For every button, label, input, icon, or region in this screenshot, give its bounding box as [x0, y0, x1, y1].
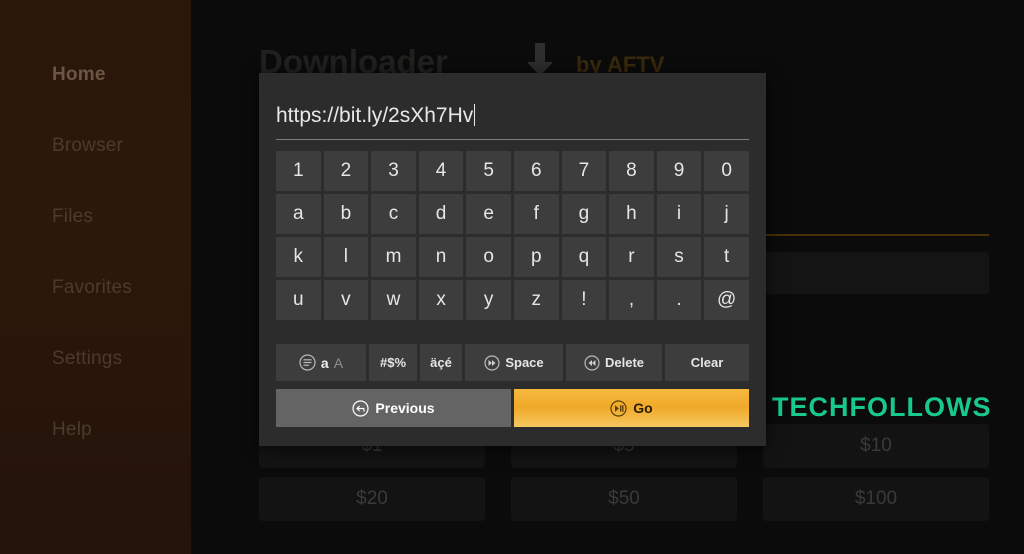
sidebar-item-settings[interactable]: Settings: [52, 348, 122, 370]
key-f[interactable]: f: [513, 194, 559, 234]
key-k[interactable]: k: [276, 237, 321, 277]
circle-play-pause-icon: [610, 399, 627, 417]
key-q[interactable]: q: [561, 237, 607, 277]
circle-back-arrow-icon: [352, 399, 370, 417]
key-e[interactable]: e: [466, 194, 511, 234]
key-case-toggle[interactable]: aA: [276, 344, 366, 381]
donate-button-50[interactable]: $50: [511, 477, 737, 521]
key-clear-label: Clear: [690, 355, 724, 370]
key-0[interactable]: 0: [704, 151, 749, 191]
key-d[interactable]: d: [418, 194, 464, 234]
key-5[interactable]: 5: [466, 151, 511, 191]
key-3[interactable]: 3: [371, 151, 416, 191]
key-accents[interactable]: äçé: [420, 344, 462, 381]
onscreen-keyboard-dialog: https://bit.ly/2sXh7Hv 1234567890 abcdef…: [259, 73, 766, 446]
key-p[interactable]: p: [513, 237, 559, 277]
key-b[interactable]: b: [323, 194, 369, 234]
donate-button-20[interactable]: $20: [259, 477, 485, 521]
sidebar-item-files[interactable]: Files: [52, 206, 93, 228]
key-space-label: Space: [505, 355, 544, 370]
key-t[interactable]: t: [704, 237, 749, 277]
key-9[interactable]: 9: [656, 151, 702, 191]
key-8[interactable]: 8: [609, 151, 654, 191]
key-clear[interactable]: Clear: [665, 344, 749, 381]
key-delete[interactable]: Delete: [566, 344, 662, 381]
key-6[interactable]: 6: [513, 151, 559, 191]
donate-button-100[interactable]: $100: [763, 477, 989, 521]
keyboard-input-value: https://bit.ly/2sXh7Hv: [276, 104, 474, 127]
key-j[interactable]: j: [704, 194, 749, 234]
sidebar-item-browser[interactable]: Browser: [52, 135, 123, 157]
keyboard-action-row: Previous Go: [276, 389, 749, 427]
key-h[interactable]: h: [609, 194, 654, 234]
key-2[interactable]: 2: [323, 151, 369, 191]
key-symbols[interactable]: #$%: [369, 344, 417, 381]
sidebar: Home Browser Files Favorites Settings Help: [0, 0, 191, 554]
keyboard-input-underline: [276, 139, 749, 140]
keyboard-function-row: aA #$% äçé Space Delete Clear: [276, 344, 749, 381]
key-1[interactable]: 1: [276, 151, 321, 191]
keyboard-row-digits: 1234567890: [276, 151, 749, 191]
key-r[interactable]: r: [609, 237, 654, 277]
key-7[interactable]: 7: [561, 151, 607, 191]
key-g[interactable]: g: [561, 194, 607, 234]
key-symbols-label: #$%: [379, 355, 407, 370]
key-o[interactable]: o: [466, 237, 511, 277]
previous-button[interactable]: Previous: [276, 389, 511, 427]
watermark: TECHFOLLOWS: [772, 392, 992, 422]
key-.[interactable]: .: [656, 280, 702, 320]
key-v[interactable]: v: [323, 280, 369, 320]
key-c[interactable]: c: [371, 194, 416, 234]
key-4[interactable]: 4: [418, 151, 464, 191]
key-case-lower-label: a: [320, 354, 329, 371]
circle-rewind-icon: [584, 354, 600, 371]
donate-button-10[interactable]: $10: [763, 424, 989, 468]
sidebar-item-home[interactable]: Home: [52, 64, 106, 86]
key-s[interactable]: s: [656, 237, 702, 277]
keyboard-row-k-t: klmnopqrst: [276, 237, 749, 277]
key-accents-label: äçé: [430, 355, 452, 370]
key-w[interactable]: w: [371, 280, 416, 320]
go-button-label: Go: [633, 400, 653, 416]
key-u[interactable]: u: [276, 280, 321, 320]
key-,[interactable]: ,: [609, 280, 654, 320]
circle-fast-forward-icon: [484, 354, 500, 371]
key-a[interactable]: a: [276, 194, 321, 234]
key-y[interactable]: y: [466, 280, 511, 320]
key-i[interactable]: i: [656, 194, 702, 234]
previous-button-label: Previous: [375, 400, 435, 416]
downloader-app-screen: Home Browser Files Favorites Settings Help Do…: [0, 0, 1024, 554]
key-@[interactable]: @: [704, 280, 749, 320]
key-space[interactable]: Space: [465, 344, 563, 381]
ghost-button-3[interactable]: [763, 252, 989, 294]
keyboard-text-input[interactable]: https://bit.ly/2sXh7Hv: [276, 104, 749, 140]
keyboard-row-u-at: u v w x y z!,. @: [276, 280, 749, 320]
key-z[interactable]: z: [513, 280, 559, 320]
key-m[interactable]: m: [371, 237, 416, 277]
key-case-upper-label: A: [333, 354, 344, 371]
keyboard-row-a-j: abcdefghij: [276, 194, 749, 234]
key-l[interactable]: l: [323, 237, 369, 277]
sidebar-item-help[interactable]: Help: [52, 419, 92, 441]
circle-menu-icon: [299, 354, 316, 371]
text-caret: [474, 104, 476, 126]
sidebar-item-favorites[interactable]: Favorites: [52, 277, 132, 299]
key-n[interactable]: n: [418, 237, 464, 277]
key-x[interactable]: x: [418, 280, 464, 320]
key-![interactable]: !: [561, 280, 607, 320]
go-button[interactable]: Go: [514, 389, 749, 427]
key-delete-label: Delete: [604, 355, 645, 370]
